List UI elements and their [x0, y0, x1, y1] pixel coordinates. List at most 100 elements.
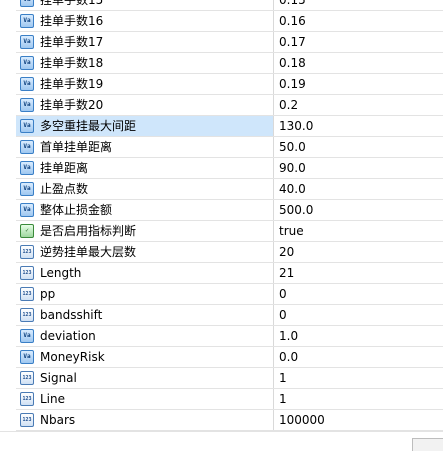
- parameter-value-cell[interactable]: 90.0: [275, 158, 443, 178]
- parameter-value-cell[interactable]: 0: [275, 284, 443, 304]
- grid-bottom-border: [0, 431, 443, 432]
- parameter-name: Signal: [40, 371, 77, 385]
- double-type-icon: Va: [20, 329, 34, 343]
- parameter-name-cell[interactable]: Va 多空重挂最大间距: [16, 116, 274, 136]
- scroll-corner[interactable]: [412, 438, 443, 451]
- integer-type-icon: 123: [20, 308, 34, 322]
- parameter-name: 止盈点数: [40, 182, 89, 196]
- parameter-value-cell[interactable]: true: [275, 221, 443, 241]
- parameter-row[interactable]: Va 挂单手数19 0.19: [16, 74, 443, 95]
- integer-type-icon: 123: [20, 266, 34, 280]
- parameter-row[interactable]: Va 挂单手数18 0.18: [16, 53, 443, 74]
- double-type-icon: Va: [20, 0, 34, 7]
- parameter-name-cell[interactable]: Va 整体止损金额: [16, 200, 274, 220]
- double-type-icon: Va: [20, 56, 34, 70]
- parameter-row[interactable]: 123 逆势挂单最大层数 20: [16, 242, 443, 263]
- parameter-value-cell[interactable]: 0.19: [275, 74, 443, 94]
- parameter-row[interactable]: Va 挂单手数20 0.2: [16, 95, 443, 116]
- integer-type-icon: 123: [20, 392, 34, 406]
- parameter-value-cell[interactable]: 1: [275, 368, 443, 388]
- parameter-name-cell[interactable]: Va 挂单手数15: [16, 0, 274, 10]
- parameter-row[interactable]: Va 首单挂单距离 50.0: [16, 137, 443, 158]
- parameter-name-cell[interactable]: Va deviation: [16, 326, 274, 346]
- double-type-icon: Va: [20, 14, 34, 28]
- parameter-name-cell[interactable]: 123 Line: [16, 389, 274, 409]
- parameter-row[interactable]: Va deviation 1.0: [16, 326, 443, 347]
- parameter-value-cell[interactable]: 1.0: [275, 326, 443, 346]
- parameter-name: 挂单距离: [40, 161, 89, 175]
- parameter-value-cell[interactable]: 0.18: [275, 53, 443, 73]
- parameter-name: Length: [40, 266, 82, 280]
- parameter-name-cell[interactable]: Va 挂单手数19: [16, 74, 274, 94]
- parameter-row[interactable]: Va 挂单距离 90.0: [16, 158, 443, 179]
- parameter-name: 挂单手数19: [40, 77, 104, 91]
- parameter-name: 整体止损金额: [40, 203, 113, 217]
- parameters-grid: Va 挂单手数15 0.15 Va 挂单手数16 0.16 Va 挂单手数17 0.17 Va 挂单…: [16, 0, 443, 431]
- parameter-row[interactable]: ✓ 是否启用指标判断 true: [16, 221, 443, 242]
- parameter-name: bandsshift: [40, 308, 103, 322]
- parameter-value-cell[interactable]: 21: [275, 263, 443, 283]
- double-type-icon: Va: [20, 119, 34, 133]
- double-type-icon: Va: [20, 35, 34, 49]
- parameter-row[interactable]: 123 bandsshift 0: [16, 305, 443, 326]
- parameter-row[interactable]: Va 挂单手数15 0.15: [16, 0, 443, 11]
- parameter-value-cell[interactable]: 0.2: [275, 95, 443, 115]
- parameter-name: deviation: [40, 329, 96, 343]
- parameter-name-cell[interactable]: 123 Length: [16, 263, 274, 283]
- parameter-name-cell[interactable]: 123 Nbars: [16, 410, 274, 430]
- parameter-name-cell[interactable]: Va 挂单手数16: [16, 11, 274, 31]
- integer-type-icon: 123: [20, 371, 34, 385]
- parameter-name-cell[interactable]: 123 Signal: [16, 368, 274, 388]
- parameter-row[interactable]: 123 Nbars 100000: [16, 410, 443, 431]
- parameter-name: 挂单手数16: [40, 14, 104, 28]
- parameter-name: 是否启用指标判断: [40, 224, 137, 238]
- parameter-name-cell[interactable]: Va MoneyRisk: [16, 347, 274, 367]
- parameter-row[interactable]: Va MoneyRisk 0.0: [16, 347, 443, 368]
- parameter-name-cell[interactable]: Va 挂单手数20: [16, 95, 274, 115]
- parameter-row[interactable]: Va 整体止损金额 500.0: [16, 200, 443, 221]
- parameter-name-cell[interactable]: Va 止盈点数: [16, 179, 274, 199]
- double-type-icon: Va: [20, 182, 34, 196]
- parameter-name: pp: [40, 287, 56, 301]
- parameter-name-cell[interactable]: Va 挂单手数17: [16, 32, 274, 52]
- parameter-row[interactable]: 123 pp 0: [16, 284, 443, 305]
- double-type-icon: Va: [20, 77, 34, 91]
- parameter-name-cell[interactable]: Va 挂单手数18: [16, 53, 274, 73]
- integer-type-icon: 123: [20, 413, 34, 427]
- parameter-name: 多空重挂最大间距: [40, 119, 137, 133]
- parameter-row[interactable]: Va 止盈点数 40.0: [16, 179, 443, 200]
- double-type-icon: Va: [20, 203, 34, 217]
- parameter-row[interactable]: 123 Length 21: [16, 263, 443, 284]
- parameter-name-cell[interactable]: Va 首单挂单距离: [16, 137, 274, 157]
- integer-type-icon: 123: [20, 287, 34, 301]
- parameter-name-cell[interactable]: Va 挂单距离: [16, 158, 274, 178]
- parameter-value-cell[interactable]: 50.0: [275, 137, 443, 157]
- parameter-value-cell[interactable]: 500.0: [275, 200, 443, 220]
- parameter-row[interactable]: 123 Signal 1: [16, 368, 443, 389]
- parameter-name: MoneyRisk: [40, 350, 105, 364]
- parameter-row[interactable]: Va 多空重挂最大间距 130.0: [16, 116, 443, 137]
- boolean-type-icon: ✓: [20, 224, 34, 238]
- parameter-value-cell[interactable]: 100000: [275, 410, 443, 430]
- parameter-row[interactable]: Va 挂单手数17 0.17: [16, 32, 443, 53]
- parameter-value-cell[interactable]: 1: [275, 389, 443, 409]
- parameter-name-cell[interactable]: 123 bandsshift: [16, 305, 274, 325]
- double-type-icon: Va: [20, 350, 34, 364]
- parameter-row[interactable]: Va 挂单手数16 0.16: [16, 11, 443, 32]
- parameter-value-cell[interactable]: 0.0: [275, 347, 443, 367]
- double-type-icon: Va: [20, 98, 34, 112]
- parameter-value-cell[interactable]: 0: [275, 305, 443, 325]
- parameter-name: 挂单手数20: [40, 98, 104, 112]
- parameter-value-cell[interactable]: 130.0: [275, 116, 443, 136]
- parameter-value-cell[interactable]: 20: [275, 242, 443, 262]
- parameter-value-cell[interactable]: 0.15: [275, 0, 443, 10]
- parameter-name: 挂单手数15: [40, 0, 104, 7]
- parameter-name-cell[interactable]: 123 逆势挂单最大层数: [16, 242, 274, 262]
- parameter-name-cell[interactable]: 123 pp: [16, 284, 274, 304]
- parameter-value-cell[interactable]: 0.17: [275, 32, 443, 52]
- parameter-name-cell[interactable]: ✓ 是否启用指标判断: [16, 221, 274, 241]
- parameter-value-cell[interactable]: 40.0: [275, 179, 443, 199]
- parameter-value-cell[interactable]: 0.16: [275, 11, 443, 31]
- parameter-row[interactable]: 123 Line 1: [16, 389, 443, 410]
- parameter-name: Nbars: [40, 413, 76, 427]
